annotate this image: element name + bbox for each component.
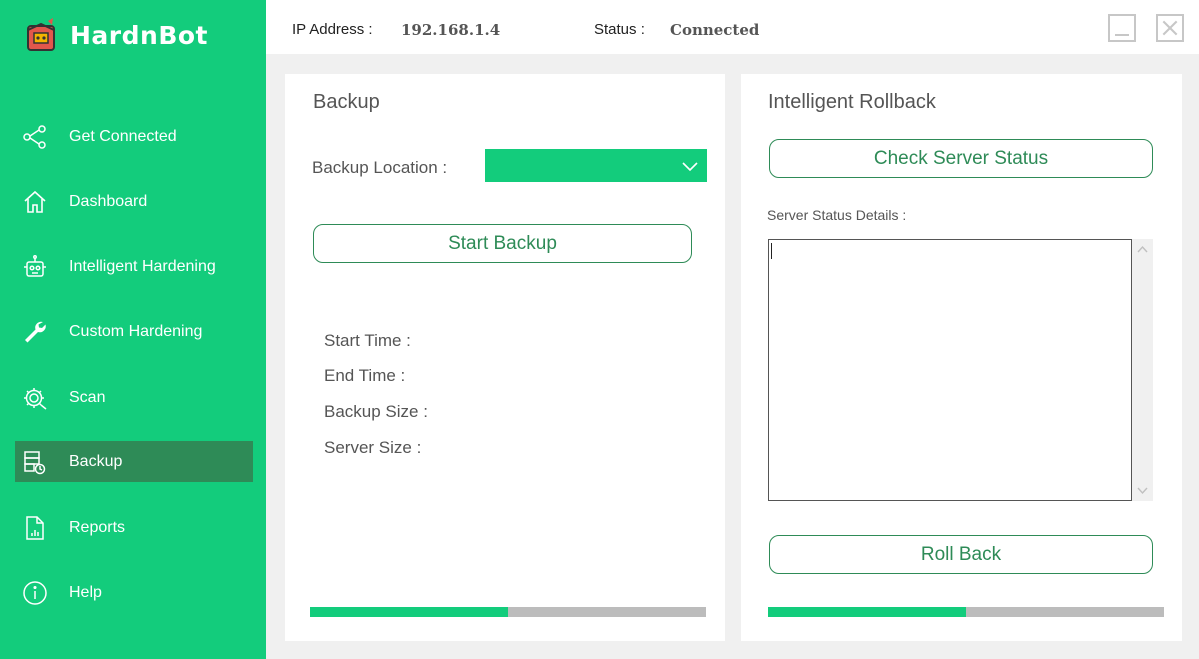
app-logo: HardnBot (22, 16, 208, 54)
gear-scan-icon (21, 384, 49, 412)
ip-address-value: 192.168.1.4 (401, 21, 501, 39)
scroll-up-icon[interactable] (1137, 244, 1148, 255)
sidebar: HardnBot Get Connected Dashboard Intelli… (0, 0, 266, 659)
scroll-down-icon[interactable] (1137, 485, 1148, 496)
server-status-details-textarea[interactable] (768, 239, 1132, 501)
rollback-progress-fill (768, 607, 966, 617)
minimize-button[interactable] (1108, 14, 1136, 42)
backup-progress-fill (310, 607, 508, 617)
share-nodes-icon (21, 123, 49, 151)
hardnbot-logo-icon (27, 18, 55, 51)
backup-location-dropdown[interactable] (485, 149, 707, 182)
roll-back-button[interactable]: Roll Back (769, 535, 1153, 574)
sidebar-item-label: Scan (69, 388, 106, 406)
chevron-down-icon (682, 162, 698, 172)
backup-title: Backup (313, 91, 380, 113)
rollback-progress-bar (768, 607, 1164, 617)
top-bar: IP Address : 192.168.1.4 Status : Connec… (266, 0, 1199, 54)
sidebar-item-custom-hardening[interactable]: Custom Hardening (15, 311, 253, 352)
backup-location-label: Backup Location : (312, 158, 448, 177)
backup-icon (21, 448, 49, 476)
robot-icon (21, 253, 49, 281)
textarea-scrollbar[interactable] (1132, 239, 1153, 501)
info-icon (21, 579, 49, 607)
sidebar-item-help[interactable]: Help (15, 572, 253, 613)
backup-size-label: Backup Size : (324, 402, 428, 421)
close-button[interactable] (1156, 14, 1184, 42)
sidebar-item-backup[interactable]: Backup (15, 441, 253, 482)
check-server-status-button[interactable]: Check Server Status (769, 139, 1153, 178)
sidebar-item-label: Help (69, 583, 102, 601)
backup-progress-bar (310, 607, 706, 617)
close-icon (1162, 20, 1178, 36)
sidebar-item-get-connected[interactable]: Get Connected (15, 116, 253, 157)
report-icon (21, 514, 49, 542)
sidebar-item-label: Get Connected (69, 127, 177, 145)
sidebar-item-scan[interactable]: Scan (15, 377, 253, 418)
sidebar-item-label: Backup (69, 452, 123, 470)
app-name: HardnBot (70, 20, 208, 50)
sidebar-item-label: Reports (69, 518, 126, 536)
start-backup-button[interactable]: Start Backup (313, 224, 692, 263)
wrench-icon (21, 318, 49, 346)
home-icon (21, 188, 49, 216)
server-status-details-label: Server Status Details : (767, 207, 907, 223)
ip-address-label: IP Address : (292, 21, 373, 38)
status-value: Connected (670, 21, 760, 39)
sidebar-item-label: Dashboard (69, 192, 148, 210)
sidebar-item-label: Intelligent Hardening (69, 257, 216, 275)
end-time-label: End Time : (324, 366, 406, 385)
text-caret (771, 243, 772, 259)
sidebar-item-label: Custom Hardening (69, 322, 203, 340)
sidebar-item-dashboard[interactable]: Dashboard (15, 181, 253, 222)
sidebar-item-intelligent-hardening[interactable]: Intelligent Hardening (15, 246, 253, 287)
sidebar-item-reports[interactable]: Reports (15, 507, 253, 548)
rollback-title: Intelligent Rollback (768, 91, 936, 113)
status-label: Status : (594, 21, 645, 38)
start-time-label: Start Time : (324, 331, 411, 350)
minimize-icon (1115, 34, 1129, 36)
server-size-label: Server Size : (324, 438, 422, 457)
